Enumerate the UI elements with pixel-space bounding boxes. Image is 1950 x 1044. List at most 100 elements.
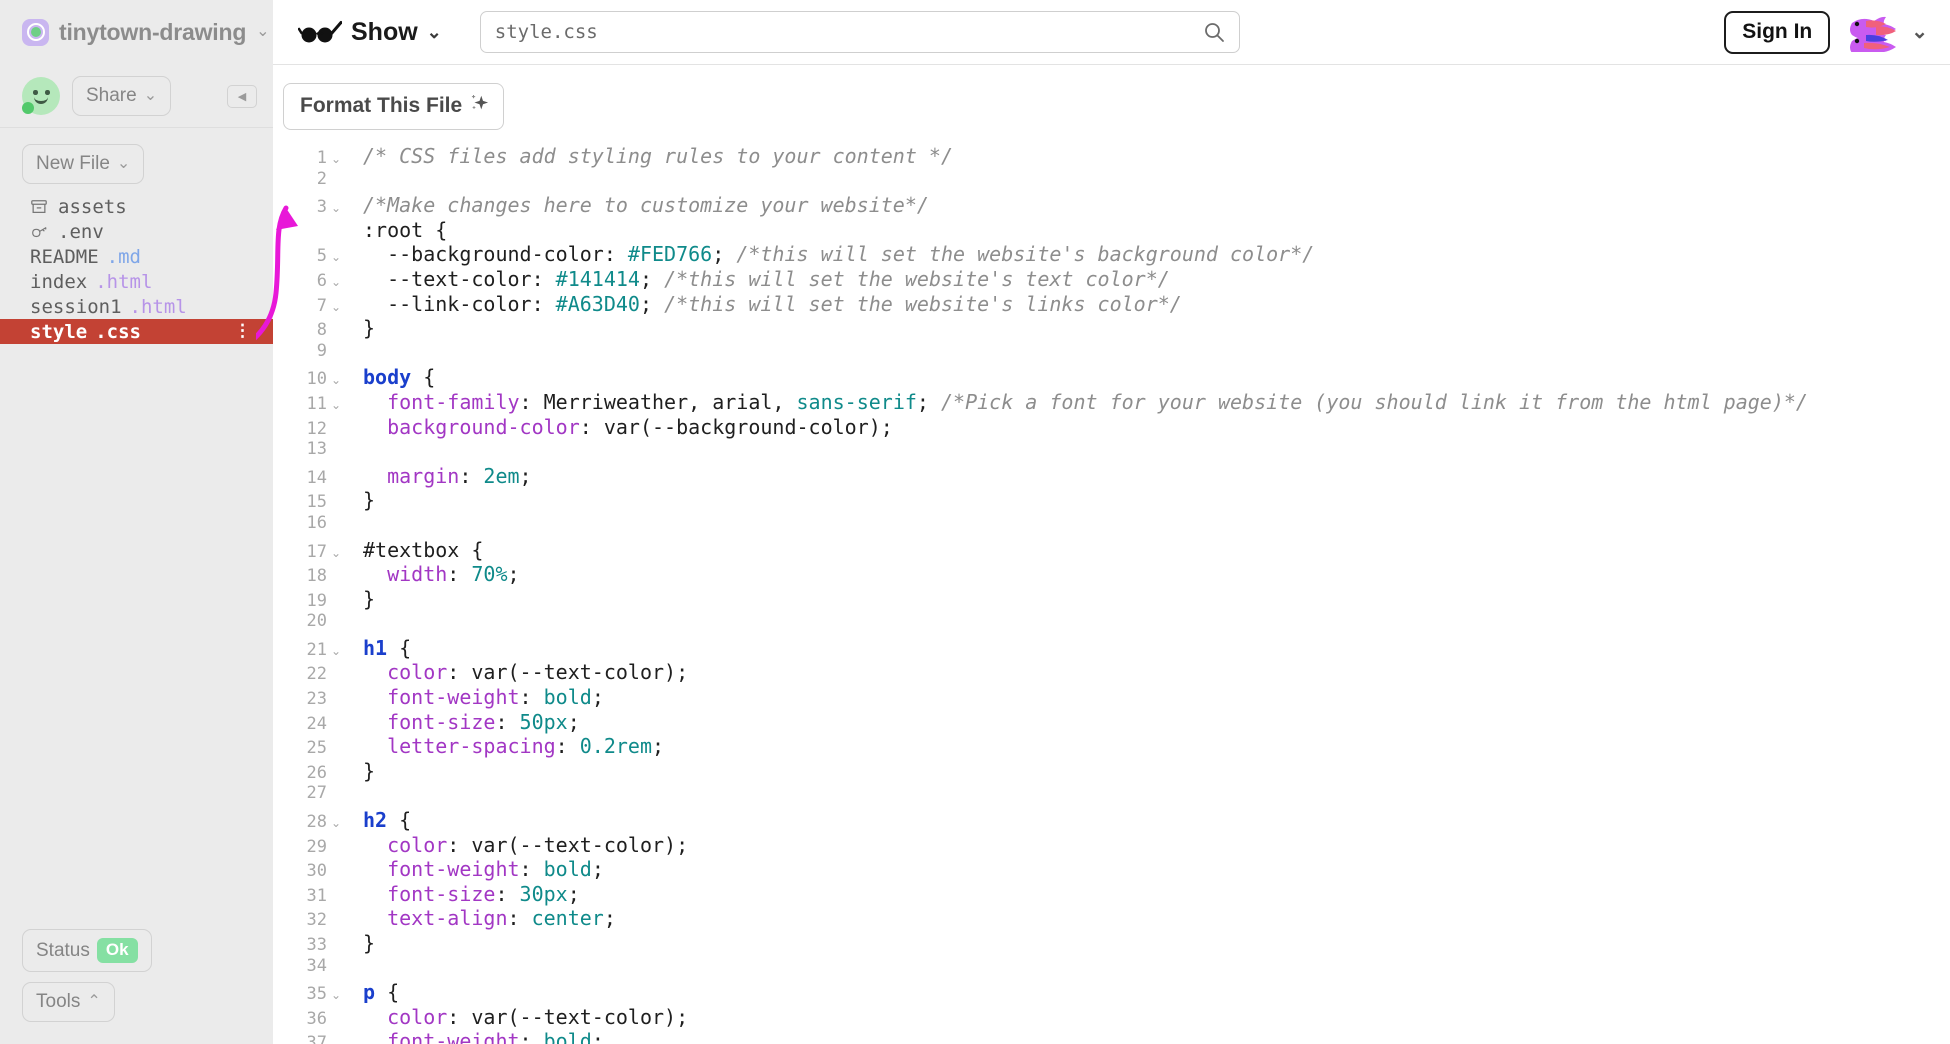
code-line[interactable]: 1⌄/* CSS files add styling rules to your… bbox=[281, 144, 1950, 169]
fold-toggle-icon[interactable]: ⌄ bbox=[329, 398, 345, 412]
token-plain: : bbox=[532, 292, 556, 316]
fold-toggle-icon[interactable]: ⌄ bbox=[329, 152, 345, 166]
fold-toggle-icon[interactable]: ⌄ bbox=[329, 300, 345, 314]
file-item-readme-md[interactable]: README.md bbox=[0, 244, 273, 269]
code-line[interactable]: 15} bbox=[281, 488, 1950, 513]
code-line[interactable]: 16 bbox=[281, 513, 1950, 538]
token-plain: ; bbox=[592, 685, 604, 709]
code-line[interactable]: 35⌄p { bbox=[281, 980, 1950, 1005]
code-line[interactable]: 34 bbox=[281, 956, 1950, 981]
code-line[interactable]: 13 bbox=[281, 439, 1950, 464]
new-file-area: New File ⌄ bbox=[0, 128, 273, 194]
token-plain: { bbox=[387, 636, 411, 660]
token-val: center bbox=[532, 906, 604, 930]
line-number: 30 bbox=[281, 861, 329, 881]
code-line[interactable]: 6⌄ --text-color: #141414; /*this will se… bbox=[281, 267, 1950, 292]
token-plain: ; bbox=[592, 1029, 604, 1044]
code-line[interactable]: 23 font-weight: bold; bbox=[281, 685, 1950, 710]
token-plain: } bbox=[363, 316, 375, 340]
code-line[interactable]: 3⌄/*Make changes here to customize your … bbox=[281, 193, 1950, 218]
code-text: font-family: Merriweather, arial, sans-s… bbox=[345, 390, 1808, 414]
token-plain: #textbox { bbox=[363, 538, 483, 562]
code-line[interactable]: 14 margin: 2em; bbox=[281, 464, 1950, 489]
collapse-sidebar-button[interactable]: ◀ bbox=[227, 85, 257, 108]
code-line[interactable]: 28⌄h2 { bbox=[281, 808, 1950, 833]
status-button[interactable]: Status Ok bbox=[22, 929, 152, 972]
fold-toggle-icon[interactable]: ⌄ bbox=[329, 546, 345, 560]
code-line[interactable]: 30 font-weight: bold; bbox=[281, 857, 1950, 882]
token-prop: font-weight bbox=[363, 1029, 520, 1044]
code-line[interactable]: 20 bbox=[281, 611, 1950, 636]
code-line[interactable]: 21⌄h1 { bbox=[281, 636, 1950, 661]
code-line[interactable]: 8} bbox=[281, 316, 1950, 341]
code-line[interactable]: 36 color: var(--text-color); bbox=[281, 1005, 1950, 1030]
fold-toggle-icon[interactable]: ⌄ bbox=[329, 816, 345, 830]
code-content[interactable]: 1⌄/* CSS files add styling rules to your… bbox=[273, 144, 1950, 1044]
line-number: 8 bbox=[281, 320, 329, 340]
code-line[interactable]: 29 color: var(--text-color); bbox=[281, 833, 1950, 858]
code-line[interactable]: 7⌄ --link-color: #A63D40; /*this will se… bbox=[281, 292, 1950, 317]
code-line[interactable]: 37 font-weight: bold; bbox=[281, 1029, 1950, 1044]
search-input[interactable] bbox=[495, 21, 1203, 43]
line-number: 35 bbox=[281, 984, 329, 1004]
token-val: 70% bbox=[471, 562, 507, 586]
code-line[interactable]: 2 bbox=[281, 169, 1950, 194]
code-line[interactable]: 26} bbox=[281, 759, 1950, 784]
fold-toggle-icon[interactable]: ⌄ bbox=[329, 275, 345, 289]
token-plain: : var(--text-color); bbox=[447, 1005, 688, 1029]
token-com: /*this will set the website's background… bbox=[736, 242, 1314, 266]
file-item-assets[interactable]: assets bbox=[0, 194, 273, 219]
fold-toggle-icon[interactable]: ⌄ bbox=[329, 250, 345, 264]
code-text: color: var(--text-color); bbox=[345, 660, 688, 684]
code-line[interactable]: 32 text-align: center; bbox=[281, 906, 1950, 931]
file-item-index-html[interactable]: index .html bbox=[0, 269, 273, 294]
file-item--env[interactable]: .env bbox=[0, 219, 273, 244]
account-menu[interactable]: ⌄ bbox=[1846, 12, 1928, 52]
code-line[interactable]: 17⌄#textbox { bbox=[281, 538, 1950, 563]
token-plain: : var(--text-color); bbox=[447, 833, 688, 857]
file-extension: .html bbox=[95, 271, 152, 293]
search-bar[interactable] bbox=[480, 11, 1240, 53]
show-menu[interactable]: Show ⌄ bbox=[273, 18, 442, 47]
share-button[interactable]: Share ⌄ bbox=[72, 76, 171, 116]
code-line[interactable]: 25 letter-spacing: 0.2rem; bbox=[281, 734, 1950, 759]
code-line[interactable]: 10⌄body { bbox=[281, 365, 1950, 390]
file-options-kebab-icon[interactable]: ⋮ bbox=[234, 325, 251, 339]
fold-toggle-icon[interactable]: ⌄ bbox=[329, 988, 345, 1002]
tools-button[interactable]: Tools ⌃ bbox=[22, 982, 115, 1022]
code-line[interactable]: :root { bbox=[281, 218, 1950, 243]
top-bar-right: Sign In bbox=[1724, 11, 1950, 54]
file-extension: .md bbox=[107, 246, 141, 268]
code-line[interactable]: 9 bbox=[281, 341, 1950, 366]
code-line[interactable]: 12 background-color: var(--background-co… bbox=[281, 415, 1950, 440]
line-number: 27 bbox=[281, 783, 329, 803]
code-line[interactable]: 18 width: 70%; bbox=[281, 562, 1950, 587]
sidebar-footer: Status Ok Tools ⌃ bbox=[0, 929, 273, 1044]
new-file-button[interactable]: New File ⌄ bbox=[22, 144, 144, 184]
token-plain: : Merriweather, arial, bbox=[520, 390, 797, 414]
sign-in-button[interactable]: Sign In bbox=[1724, 11, 1830, 54]
share-label: Share bbox=[86, 85, 137, 107]
project-switcher[interactable]: tinytown-drawing ⌄ bbox=[0, 0, 273, 65]
format-this-file-button[interactable]: Format This File bbox=[283, 83, 504, 130]
file-item-session1-html[interactable]: session1.html bbox=[0, 294, 273, 319]
code-line[interactable]: 33} bbox=[281, 931, 1950, 956]
line-number: 7 bbox=[281, 296, 329, 316]
file-item-style-css[interactable]: style.css⋮ bbox=[0, 319, 273, 344]
code-line[interactable]: 11⌄ font-family: Merriweather, arial, sa… bbox=[281, 390, 1950, 415]
code-text: } bbox=[345, 316, 375, 340]
status-label: Status bbox=[36, 940, 90, 962]
fold-toggle-icon[interactable]: ⌄ bbox=[329, 644, 345, 658]
code-line[interactable]: 5⌄ --background-color: #FED766; /*this w… bbox=[281, 242, 1950, 267]
code-line[interactable]: 22 color: var(--text-color); bbox=[281, 660, 1950, 685]
token-plain: ; bbox=[712, 242, 736, 266]
code-line[interactable]: 27 bbox=[281, 783, 1950, 808]
fold-toggle-icon[interactable]: ⌄ bbox=[329, 373, 345, 387]
code-line[interactable]: 24 font-size: 50px; bbox=[281, 710, 1950, 735]
code-line[interactable]: 19} bbox=[281, 587, 1950, 612]
search-icon[interactable] bbox=[1203, 21, 1225, 43]
token-plain: : bbox=[447, 562, 471, 586]
fold-toggle-icon[interactable]: ⌄ bbox=[329, 201, 345, 215]
file-name: index bbox=[30, 271, 87, 293]
code-line[interactable]: 31 font-size: 30px; bbox=[281, 882, 1950, 907]
